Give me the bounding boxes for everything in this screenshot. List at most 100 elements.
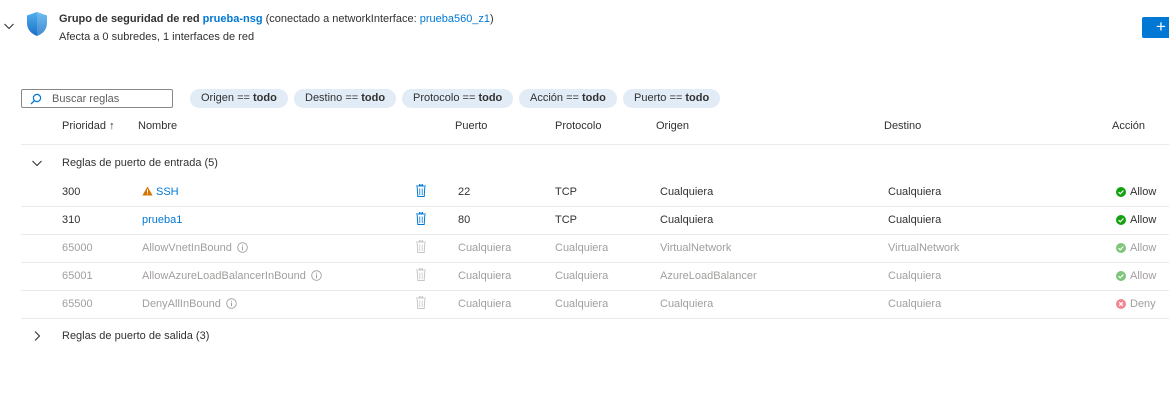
trash-icon[interactable] <box>416 212 426 225</box>
port-cell: Cualquiera <box>458 298 512 310</box>
outbound-group-header[interactable]: Reglas de puerto de salida (3) <box>21 322 1169 350</box>
nsg-subtitle: Afecta a 0 subredes, 1 interfaces de red <box>59 31 255 43</box>
trash-icon <box>416 268 426 281</box>
filter-pill-action[interactable]: Acción == todo <box>519 89 617 108</box>
table-row[interactable]: 65001 AllowAzureLoadBalancerInBound Cual… <box>0 262 1169 290</box>
action-cell: Allow <box>1116 186 1156 198</box>
port-cell: Cualquiera <box>458 242 512 254</box>
priority-cell: 310 <box>62 214 81 226</box>
filter-pill-origin[interactable]: Origen == todo <box>190 89 288 108</box>
protocol-cell: TCP <box>555 186 577 198</box>
info-icon[interactable] <box>226 298 237 309</box>
port-cell: 80 <box>458 214 471 226</box>
pill-label: Protocolo == <box>413 92 479 104</box>
connected-prefix: (conectado a networkInterface: <box>265 13 417 25</box>
destination-cell: VirtualNetwork <box>888 242 960 254</box>
info-icon[interactable] <box>311 270 322 281</box>
check-circle-icon <box>1116 243 1126 253</box>
rule-name: DenyAllInBound <box>142 298 221 310</box>
protocol-cell: Cualquiera <box>555 298 609 310</box>
protocol-cell: Cualquiera <box>555 270 609 282</box>
action-label: Allow <box>1130 214 1157 226</box>
check-circle-icon <box>1116 187 1126 197</box>
search-box[interactable] <box>21 89 173 108</box>
column-header-destination[interactable]: Destino <box>884 120 921 132</box>
column-header-port[interactable]: Puerto <box>455 120 487 132</box>
nic-link[interactable]: prueba560_z1 <box>420 13 490 25</box>
check-circle-icon <box>1116 215 1126 225</box>
pill-value: todo <box>252 92 277 104</box>
source-cell: Cualquiera <box>660 214 714 226</box>
pill-value: todo <box>478 92 503 104</box>
nsg-name-link[interactable]: prueba-nsg <box>203 13 263 25</box>
table-row[interactable]: 65000 AllowVnetInBound Cualquiera Cualqu… <box>0 234 1169 262</box>
connected-suffix: ) <box>490 13 494 25</box>
rule-name-link[interactable]: prueba1 <box>142 214 182 226</box>
shield-icon <box>27 12 47 36</box>
chevron-right-icon[interactable] <box>31 330 43 342</box>
pill-value: todo <box>361 92 386 104</box>
rule-name: AllowVnetInBound <box>142 242 232 254</box>
port-cell: Cualquiera <box>458 270 512 282</box>
column-header-source[interactable]: Origen <box>656 120 689 132</box>
column-header-name[interactable]: Nombre <box>138 120 177 132</box>
name-cell: DenyAllInBound <box>142 298 237 310</box>
source-cell: AzureLoadBalancer <box>660 270 757 282</box>
priority-cell: 65001 <box>62 270 93 282</box>
filter-pill-destination[interactable]: Destino == todo <box>294 89 397 108</box>
chevron-down-icon[interactable] <box>31 157 43 169</box>
source-cell: Cualquiera <box>660 298 714 310</box>
destination-cell: Cualquiera <box>888 214 942 226</box>
trash-icon[interactable] <box>416 184 426 197</box>
name-cell: AllowVnetInBound <box>142 242 248 254</box>
destination-cell: Cualquiera <box>888 298 942 310</box>
table-row[interactable]: 300 SSH 22 TCP Cualquiera Cualquiera All… <box>0 178 1169 206</box>
column-header-priority[interactable]: Prioridad ↑ <box>62 120 115 132</box>
source-cell: Cualquiera <box>660 186 714 198</box>
port-cell: 22 <box>458 186 471 198</box>
priority-cell: 65500 <box>62 298 93 310</box>
priority-cell: 65000 <box>62 242 93 254</box>
trash-icon <box>416 296 426 309</box>
pill-label: Puerto == <box>634 92 686 104</box>
plus-icon: + <box>1156 17 1166 36</box>
filter-pill-port[interactable]: Puerto == todo <box>623 89 721 108</box>
pill-value: todo <box>581 92 606 104</box>
divider <box>21 144 1169 145</box>
column-header-protocol[interactable]: Protocolo <box>555 120 601 132</box>
outbound-group-label: Reglas de puerto de salida (3) <box>62 330 210 342</box>
table-row[interactable]: 310 prueba1 80 TCP Cualquiera Cualquiera… <box>0 206 1169 234</box>
divider <box>21 318 1169 319</box>
name-cell: AllowAzureLoadBalancerInBound <box>142 270 322 282</box>
add-rule-button[interactable]: + <box>1142 17 1169 38</box>
column-header-action[interactable]: Acción <box>1112 120 1145 132</box>
protocol-cell: TCP <box>555 214 577 226</box>
search-input[interactable] <box>52 91 170 106</box>
search-icon <box>30 93 42 105</box>
deny-circle-icon <box>1116 299 1126 309</box>
destination-cell: Cualquiera <box>888 270 942 282</box>
filter-pill-protocol[interactable]: Protocolo == todo <box>402 89 514 108</box>
warning-icon <box>142 186 153 196</box>
name-cell: SSH <box>142 186 179 198</box>
action-cell: Allow <box>1116 270 1156 282</box>
action-label: Allow <box>1130 186 1157 198</box>
pill-label: Destino == <box>305 92 362 104</box>
destination-cell: Cualquiera <box>888 186 942 198</box>
action-label: Allow <box>1130 270 1157 282</box>
chevron-down-icon[interactable] <box>3 20 15 32</box>
inbound-group-label: Reglas de puerto de entrada (5) <box>62 157 218 169</box>
action-cell: Allow <box>1116 214 1156 226</box>
pill-value: todo <box>685 92 710 104</box>
rule-name-link[interactable]: SSH <box>156 186 179 198</box>
source-cell: VirtualNetwork <box>660 242 732 254</box>
info-icon[interactable] <box>237 242 248 253</box>
nsg-title: Grupo de seguridad de red prueba-nsg (co… <box>59 13 494 25</box>
pill-label: Origen == <box>201 92 253 104</box>
action-cell: Allow <box>1116 242 1156 254</box>
pill-label: Acción == <box>530 92 582 104</box>
action-label: Deny <box>1130 298 1156 310</box>
action-cell: Deny <box>1116 298 1156 310</box>
table-row[interactable]: 65500 DenyAllInBound Cualquiera Cualquie… <box>0 290 1169 318</box>
inbound-group-header[interactable]: Reglas de puerto de entrada (5) <box>21 149 1169 177</box>
